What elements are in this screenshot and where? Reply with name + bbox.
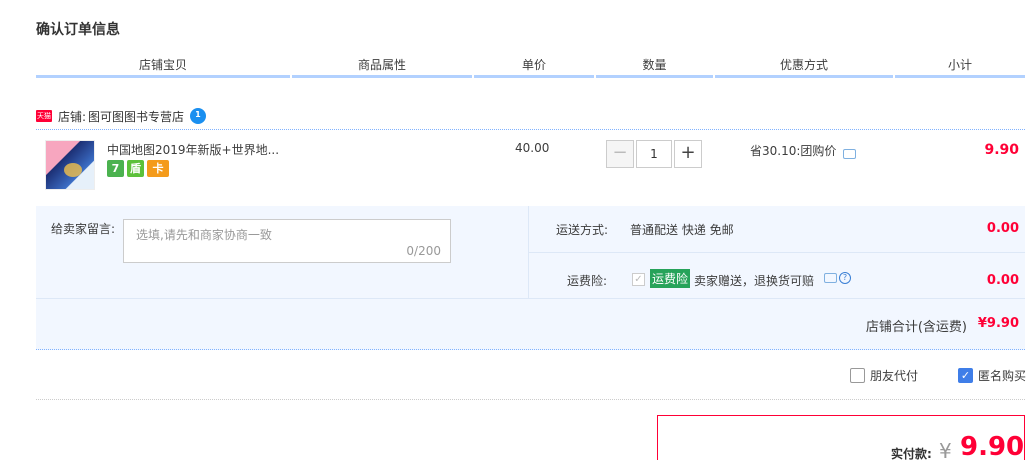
shop-total-label: 店铺合计(含运费) <box>865 320 967 335</box>
column-shop-item: 店铺宝贝 <box>36 56 290 78</box>
decrease-quantity-button[interactable]: − <box>606 140 634 168</box>
increase-quantity-button[interactable]: + <box>674 140 702 168</box>
product-title-link[interactable]: 中国地图2019年新版+世界地... <box>107 141 279 158</box>
credit-card-icon[interactable]: 卡 <box>147 160 169 177</box>
divider <box>36 399 1025 400</box>
seller-message-label: 给卖家留言: <box>51 222 116 236</box>
character-counter: 0/200 <box>406 244 441 258</box>
quantity-input[interactable]: 1 <box>636 140 672 168</box>
unit-price: 40.00 <box>515 141 550 155</box>
seller-message-textarea[interactable]: 选填,请先和商家协商一致 0/200 <box>123 219 451 263</box>
shop-row: 天猫 店铺: 图可图图书专营店 <box>36 105 207 127</box>
column-discount: 优惠方式 <box>715 56 893 78</box>
shipping-method-label: 运送方式: <box>556 223 609 237</box>
shipping-insurance-checkbox: ✓ <box>632 273 645 286</box>
column-attributes: 商品属性 <box>292 56 472 78</box>
shipping-insurance-label: 运费险: <box>567 274 608 288</box>
shield-icon[interactable]: 盾 <box>127 160 144 177</box>
seller-message-placeholder: 选填,请先和商家协商一致 <box>136 228 272 242</box>
divider <box>528 252 1025 253</box>
tmall-icon: 天猫 <box>36 110 52 122</box>
order-extras-panel: 给卖家留言: 选填,请先和商家协商一致 0/200 运送方式: 普通配送 快递 … <box>36 206 1025 350</box>
payment-amount: 9.90 <box>960 432 1025 460</box>
item-subtotal: 9.90 <box>984 142 1019 158</box>
divider <box>36 298 1025 299</box>
comment-icon[interactable] <box>843 148 857 159</box>
column-quantity: 数量 <box>596 56 713 78</box>
friend-pay-checkbox[interactable] <box>850 368 865 383</box>
service-badges: 7 盾 卡 <box>107 160 169 177</box>
seven-day-return-icon[interactable]: 7 <box>107 160 124 177</box>
page-title: 确认订单信息 <box>36 22 120 38</box>
payment-summary: 实付款: ¥ 9.90 <box>657 415 1025 460</box>
discount-text: 省30.10:团购价 <box>750 144 837 158</box>
quantity-stepper: − 1 + <box>606 140 702 168</box>
order-item-row: 中国地图2019年新版+世界地... 7 盾 卡 40.00 − 1 + 省30… <box>36 130 1025 206</box>
payment-currency: ¥ <box>939 439 952 460</box>
help-icon[interactable]: ? <box>839 272 851 284</box>
shipping-insurance-tag: 运费险 <box>650 269 691 288</box>
shop-total-value: ¥9.90 <box>977 316 1019 331</box>
column-header: 店铺宝贝 商品属性 单价 数量 优惠方式 小计 <box>36 56 1025 78</box>
shipping-price: 0.00 <box>986 221 1019 236</box>
column-unit-price: 单价 <box>474 56 594 78</box>
friend-pay-option[interactable]: 朋友代付 <box>850 367 918 384</box>
payment-label: 实付款: <box>891 447 932 460</box>
shipping-insurance-price: 0.00 <box>986 273 1019 288</box>
insurance-icons: ? <box>824 272 851 284</box>
anonymous-purchase-label[interactable]: 匿名购买 <box>978 367 1026 384</box>
shipping-insurance-desc: 卖家赠送，退换货可赔 <box>694 274 815 288</box>
product-thumbnail[interactable] <box>45 140 95 190</box>
column-subtotal: 小计 <box>895 56 1025 78</box>
shop-name-link[interactable]: 图可图图书专营店 <box>88 108 184 125</box>
anonymous-purchase-checkbox[interactable]: ✓ <box>958 368 973 383</box>
anonymous-purchase-option[interactable]: ✓ 匿名购买 <box>958 367 1026 384</box>
chat-icon[interactable] <box>190 108 207 124</box>
friend-pay-label[interactable]: 朋友代付 <box>870 367 918 384</box>
shop-label: 店铺: <box>58 109 87 124</box>
discount-info: 省30.10:团购价 <box>750 142 857 159</box>
shipping-method-value: 普通配送 快递 免邮 <box>630 223 734 237</box>
comment-icon[interactable] <box>824 273 837 283</box>
